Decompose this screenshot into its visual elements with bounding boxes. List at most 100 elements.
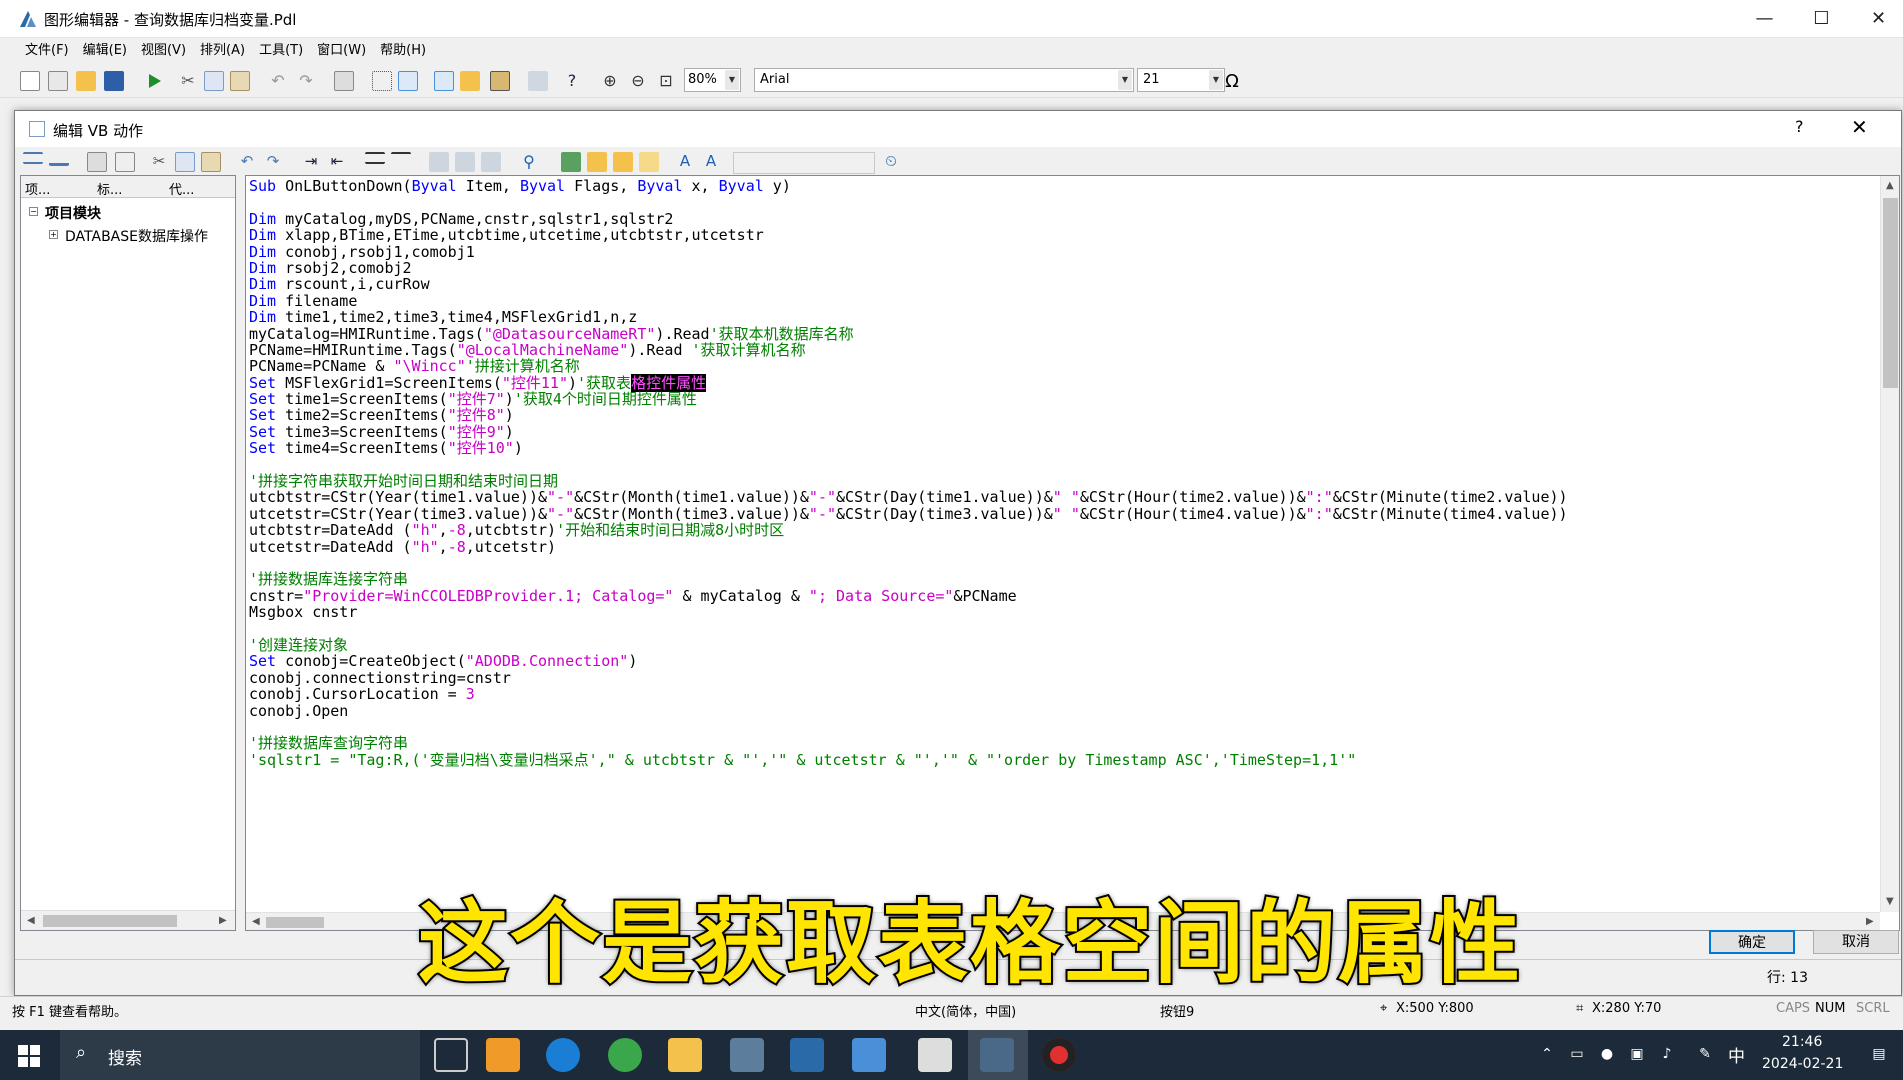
zoom-select[interactable]: 80% ▼ — [684, 68, 741, 92]
find-icon[interactable] — [429, 152, 449, 172]
code-line[interactable] — [249, 555, 1568, 571]
trigger-clock-icon[interactable]: ⏲ — [881, 152, 901, 172]
code-editor[interactable]: Sub OnLButtonDown(Byval Item, Byval Flag… — [245, 175, 1900, 931]
snap-icon[interactable] — [398, 71, 418, 91]
code-line[interactable] — [249, 719, 1568, 735]
copy-icon[interactable] — [204, 71, 224, 91]
zoom-fit-icon[interactable]: ⊡ — [656, 71, 676, 91]
code-line[interactable] — [249, 194, 1568, 210]
run-icon[interactable] — [144, 71, 164, 91]
syntax-check-icon[interactable]: ⚲ — [519, 152, 539, 172]
copy-icon[interactable] — [175, 152, 195, 172]
code-line[interactable]: Set time1=ScreenItems("控件7")'获取4个时间日期控件属… — [249, 391, 1568, 407]
tree-horizontal-scrollbar[interactable]: ◀ ▶ — [21, 910, 235, 930]
folder-add-icon[interactable] — [613, 152, 633, 172]
layer-icon[interactable] — [434, 71, 454, 91]
wincc-graphics-icon[interactable] — [790, 1038, 824, 1072]
undo-icon[interactable]: ↶ — [237, 152, 257, 172]
minimize-button[interactable]: — — [1736, 0, 1793, 38]
menu-file[interactable]: 文件(F) — [18, 38, 76, 64]
grid-icon[interactable] — [372, 71, 392, 91]
collapse-icon[interactable]: − — [29, 207, 38, 216]
taskbar-search[interactable]: ⌕ 搜索 — [60, 1030, 420, 1080]
code-line[interactable]: Set time4=ScreenItems("控件10") — [249, 440, 1568, 456]
code-line[interactable]: '创建连接对象 — [249, 637, 1568, 653]
menu-window[interactable]: 窗口(W) — [310, 38, 373, 64]
browser-icon[interactable] — [608, 1038, 642, 1072]
menu-edit[interactable]: 编辑(E) — [76, 38, 134, 64]
wincc-config-icon[interactable] — [730, 1038, 764, 1072]
tree-node-root[interactable]: 项目模块 — [45, 203, 101, 223]
ok-button[interactable]: 确定 — [1709, 930, 1795, 954]
goto-icon[interactable] — [481, 152, 501, 172]
graphics-editor-icon[interactable] — [980, 1038, 1014, 1072]
clock-date[interactable]: 2024-02-21 — [1762, 1056, 1843, 1072]
menu-arrange[interactable]: 排列(A) — [193, 38, 252, 64]
menu-help[interactable]: 帮助(H) — [373, 38, 433, 64]
code-line[interactable]: conobj.connectionstring=cnstr — [249, 670, 1568, 686]
volume-icon[interactable]: ♪ — [1658, 1046, 1676, 1064]
code-line[interactable]: myCatalog=HMIRuntime.Tags("@DatasourceNa… — [249, 325, 1568, 342]
paste-icon[interactable] — [201, 152, 221, 172]
code-line[interactable]: conobj.CursorLocation = 3 — [249, 686, 1568, 702]
scroll-thumb[interactable] — [43, 915, 177, 927]
task-view-icon[interactable] — [434, 1038, 468, 1072]
menu-view[interactable]: 视图(V) — [134, 38, 193, 64]
code-line[interactable]: Set time2=ScreenItems("控件8") — [249, 407, 1568, 423]
folder-open-icon[interactable] — [639, 152, 659, 172]
code-line[interactable]: utcbtstr=DateAdd ("h",-8,utcbtstr)'开始和结束… — [249, 522, 1568, 538]
screen-recorder-icon[interactable] — [1042, 1038, 1076, 1072]
font-family-select[interactable]: Arial ▼ — [754, 68, 1134, 92]
pointer-help-icon[interactable]: ? — [562, 71, 582, 91]
code-line[interactable]: utcetstr=CStr(Year(time3.value))&"-"&CSt… — [249, 506, 1568, 522]
file-explorer-icon[interactable] — [668, 1038, 702, 1072]
battery-icon[interactable]: ▭ — [1568, 1046, 1586, 1064]
comment-icon[interactable] — [365, 152, 385, 164]
object-icon[interactable] — [528, 71, 548, 91]
tag-icon[interactable] — [561, 152, 581, 172]
windows-start-icon[interactable] — [18, 1045, 40, 1067]
cancel-button[interactable]: 取消 — [1813, 930, 1899, 954]
print-preview-icon[interactable] — [115, 152, 135, 172]
tab-tags[interactable]: 标... — [97, 179, 122, 198]
zoom-out-icon[interactable]: ⊖ — [628, 71, 648, 91]
code-line[interactable]: Dim time1,time2,time3,time4,MSFlexGrid1,… — [249, 309, 1568, 325]
code-line[interactable] — [249, 457, 1568, 473]
tab-code[interactable]: 代... — [169, 179, 194, 198]
code-line[interactable] — [249, 621, 1568, 637]
code-line[interactable]: PCName=HMIRuntime.Tags("@LocalMachineNam… — [249, 342, 1568, 358]
save-icon[interactable] — [104, 71, 124, 91]
code-line[interactable]: Dim conobj,rsobj1,comobj1 — [249, 243, 1568, 260]
zoom-in-icon[interactable]: ⊕ — [600, 71, 620, 91]
scroll-thumb[interactable] — [266, 917, 324, 928]
redo-icon[interactable]: ↷ — [263, 152, 283, 172]
code-line[interactable]: Sub OnLButtonDown(Byval Item, Byval Flag… — [249, 178, 1568, 194]
code-line[interactable]: Dim rsobj2,comobj2 — [249, 260, 1568, 276]
code-line[interactable]: Set time3=ScreenItems("控件9") — [249, 424, 1568, 440]
list-icon[interactable] — [23, 152, 43, 164]
property-icon[interactable]: A — [675, 152, 695, 172]
outdent-icon[interactable]: ⇤ — [327, 152, 347, 172]
redo-icon[interactable]: ↷ — [296, 71, 316, 91]
scroll-right-icon[interactable]: ▶ — [219, 915, 227, 926]
dialog-search-input[interactable] — [733, 152, 875, 174]
code-line[interactable]: '拼接数据库连接字符串 — [249, 571, 1568, 587]
code-line[interactable]: 'sqlstr1 = "Tag:R,('变量归档\变量归档采点'," & utc… — [249, 751, 1568, 768]
code-line[interactable]: Dim myCatalog,myDS,PCName,cnstr,sqlstr1,… — [249, 211, 1568, 227]
print-icon[interactable] — [334, 71, 354, 91]
code-line[interactable]: Set conobj=CreateObject("ADODB.Connectio… — [249, 653, 1568, 669]
scroll-up-icon[interactable]: ▲ — [1886, 180, 1894, 191]
microphone-icon[interactable]: ● — [1598, 1046, 1616, 1064]
input-method-indicator[interactable]: 中 — [1728, 1042, 1745, 1067]
menu-tools[interactable]: 工具(T) — [252, 38, 310, 64]
open-folder-icon[interactable] — [76, 71, 96, 91]
code-line[interactable]: Dim filename — [249, 293, 1568, 309]
scroll-thumb[interactable] — [1883, 198, 1898, 388]
cut-icon[interactable]: ✂ — [178, 71, 198, 91]
scroll-left-icon[interactable]: ◀ — [27, 915, 35, 926]
calculator-icon[interactable] — [918, 1038, 952, 1072]
document-app-icon[interactable] — [852, 1038, 886, 1072]
close-button[interactable]: ✕ — [1850, 0, 1903, 38]
editor-vertical-scrollbar[interactable]: ▲ ▼ — [1880, 176, 1899, 912]
scroll-right-icon[interactable]: ▶ — [1866, 916, 1874, 927]
